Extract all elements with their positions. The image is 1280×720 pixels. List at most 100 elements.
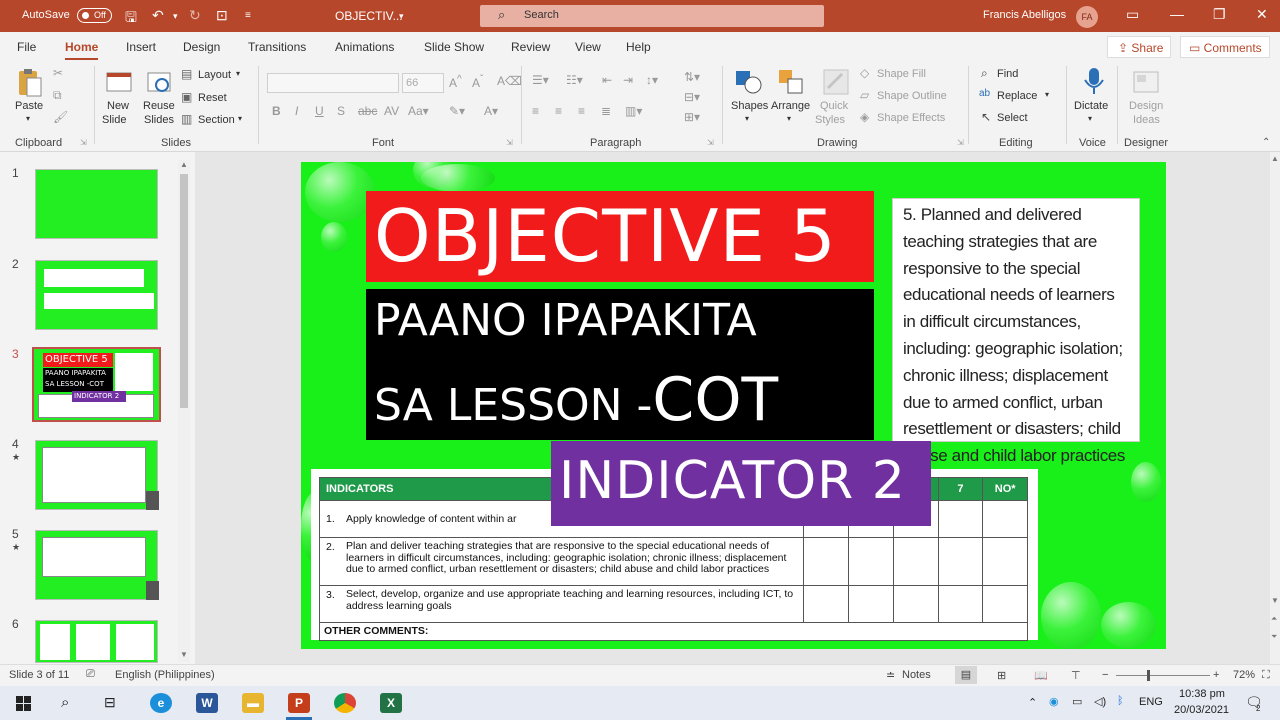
find-icon[interactable]: ⌕ [981,66,988,81]
thumbnail-slide-4[interactable] [35,440,159,510]
replace-icon[interactable]: ab [979,88,990,99]
tab-help[interactable]: Help [626,40,651,54]
chrome-icon[interactable] [334,693,356,713]
collapse-ribbon-icon[interactable]: ⌃ [1262,137,1270,148]
zoom-slider-handle[interactable] [1147,670,1150,681]
battery-icon[interactable]: ▭ [1072,695,1082,708]
shape-outline-icon[interactable]: ▱ [860,88,869,102]
justify-icon[interactable]: ≣ [601,104,611,118]
minimize-icon[interactable]: — [1170,6,1184,22]
indicator-description[interactable]: 5. Planned and delivered teaching strate… [892,198,1140,465]
new-slide-label-1[interactable]: New [107,100,129,112]
align-left-icon[interactable]: ≡ [532,104,539,118]
taskbar-search-icon[interactable]: ⌕ [61,694,69,711]
format-painter-icon[interactable]: 🖌 [53,110,68,124]
share-button[interactable]: ⇪ Share [1107,36,1171,58]
shapes-button[interactable]: Shapes [731,100,768,112]
text-direction-icon[interactable]: ⇅▾ [684,70,700,84]
paragraph-launcher-icon[interactable]: ⇲ [707,138,714,147]
dictate-button[interactable]: Dictate [1074,100,1108,112]
increase-indent-icon[interactable]: ⇥ [623,73,633,87]
notes-button[interactable]: Notes [902,669,931,681]
paste-dropdown-icon[interactable]: ▾ [26,114,30,123]
slide-show-icon[interactable]: ⊤ [1071,669,1081,682]
shape-outline-button[interactable]: Shape Outline [877,90,947,102]
redo-icon[interactable]: ↻ [189,7,201,24]
font-size-field[interactable]: 66 [402,73,444,93]
zoom-level[interactable]: 72% [1233,669,1255,681]
thumbnail-slide-6[interactable] [35,620,158,663]
slide-scrollbar[interactable] [1270,152,1280,664]
zoom-out-icon[interactable]: − [1102,669,1108,681]
present-icon[interactable]: ⊡ [216,7,228,24]
file-explorer-icon[interactable]: ▬ [242,693,264,713]
task-view-icon[interactable]: ⊟ [104,694,116,711]
quick-styles-label-2[interactable]: Styles [815,114,845,126]
font-launcher-icon[interactable]: ⇲ [506,138,513,147]
reuse-slides-icon[interactable] [145,68,173,96]
tab-view[interactable]: View [575,40,601,54]
arrange-button[interactable]: Arrange [771,100,810,112]
fit-to-window-icon[interactable]: ⛶ [1262,669,1270,682]
numbering-icon[interactable]: ☷▾ [566,73,583,87]
decrease-font-icon[interactable]: Aˇ [472,74,483,90]
bluetooth-icon[interactable]: ᛒ [1117,695,1124,707]
slide-subtitle[interactable]: PAANO IPAPAKITA SA LESSON -COT [366,289,874,440]
edge-icon[interactable]: e [150,693,172,713]
new-slide-icon[interactable] [105,68,133,96]
bullets-icon[interactable]: ☰▾ [532,73,549,87]
reuse-slides-label-1[interactable]: Reuse [143,100,175,112]
layout-icon[interactable]: ▤ [181,67,192,81]
volume-icon[interactable]: ◁) [1094,695,1106,708]
paste-button[interactable]: Paste [15,100,43,112]
drawing-launcher-icon[interactable]: ⇲ [957,138,964,147]
tab-animations[interactable]: Animations [335,40,394,54]
powerpoint-icon[interactable]: P [288,693,310,713]
find-button[interactable]: Find [997,68,1018,80]
normal-view-icon[interactable]: ▤ [955,666,977,684]
align-right-icon[interactable]: ≡ [578,104,585,118]
new-slide-label-2[interactable]: Slide [102,114,126,126]
section-button[interactable]: Section [198,114,235,126]
undo-icon[interactable]: ↶ [152,7,164,24]
align-center-icon[interactable]: ≡ [555,104,562,118]
design-ideas-label-2[interactable]: Ideas [1133,114,1160,126]
save-icon[interactable]: 🖫 [125,7,137,31]
microphone-icon[interactable] [1080,66,1108,94]
shape-fill-button[interactable]: Shape Fill [877,68,926,80]
previous-slide-icon[interactable]: ⏶ [1271,614,1277,624]
font-color-icon[interactable]: A▾ [484,104,498,118]
network-app-icon[interactable]: ◉ [1049,695,1059,708]
ribbon-display-icon[interactable]: ▭ [1126,6,1139,23]
shapes-icon[interactable] [735,68,763,96]
design-ideas-label-1[interactable]: Design [1129,100,1163,112]
thumbnail-slide-2[interactable] [35,260,158,330]
dictate-dropdown-icon[interactable]: ▾ [1088,114,1092,123]
clipboard-launcher-icon[interactable]: ⇲ [80,138,87,147]
bold-icon[interactable]: B [272,104,281,118]
strikethrough-icon[interactable]: abc [358,104,377,118]
section-icon[interactable]: ▥ [181,112,192,126]
arrange-icon[interactable] [777,68,805,96]
windows-start-icon[interactable] [16,696,32,715]
slide-sorter-icon[interactable]: ⊞ [997,669,1006,682]
section-dropdown-icon[interactable]: ▾ [238,114,242,123]
customize-toolbar-icon[interactable]: ≡ [245,10,251,21]
thumbnail-scrollbar-thumb[interactable] [180,174,188,408]
avatar[interactable]: FA [1076,6,1098,28]
columns-icon[interactable]: ▥▾ [625,104,642,118]
change-case-icon[interactable]: Aa▾ [408,104,429,118]
shape-effects-button[interactable]: Shape Effects [877,112,945,124]
maximize-icon[interactable]: ❐ [1213,6,1226,23]
arrange-dropdown-icon[interactable]: ▾ [787,114,791,123]
reading-view-icon[interactable]: 📖 [1034,669,1048,682]
slide-title[interactable]: OBJECTIVE 5 [366,191,874,282]
word-icon[interactable]: W [196,693,218,713]
indicator-label[interactable]: INDICATOR 2 [551,441,931,526]
tab-home[interactable]: Home [65,40,99,61]
tab-transitions[interactable]: Transitions [248,40,306,54]
notes-icon[interactable]: ≐ [886,669,895,682]
zoom-in-icon[interactable]: + [1213,669,1219,681]
scroll-down-icon[interactable]: ▼ [1271,596,1279,605]
scroll-down-icon[interactable]: ▼ [180,650,188,659]
